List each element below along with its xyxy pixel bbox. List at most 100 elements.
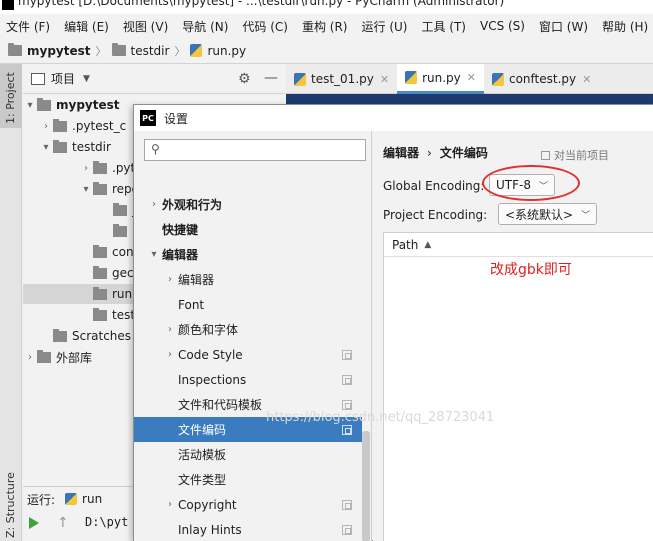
run-tab-bar: 运行: run <box>23 487 143 511</box>
menu-item[interactable]: 帮助 (H) <box>602 18 648 35</box>
menu-item[interactable]: 运行 (U) <box>362 18 408 35</box>
project-view-icon <box>31 72 45 85</box>
copy-icon <box>342 524 352 535</box>
tree-item-label: testdir <box>72 140 111 154</box>
copy-icon <box>342 374 352 385</box>
python-file-icon <box>65 493 78 505</box>
window-titlebar: mypytest [D:\Documents\mypytest] - ...\t… <box>0 0 653 14</box>
close-icon[interactable]: ✕ <box>467 71 476 84</box>
structure-tool-tab[interactable]: Z: Structure <box>0 472 22 541</box>
settings-content: 编辑器 › 文件编码 对当前项目 Global Encoding: UTF-8 ﹀ … <box>373 131 653 541</box>
breadcrumb: mypytest 〉 testdir 〉 run.py <box>0 38 653 64</box>
close-icon[interactable]: ✕ <box>380 73 389 86</box>
chevron-right-icon[interactable]: › <box>162 499 178 510</box>
settings-nav-item[interactable]: Inspections <box>134 367 362 392</box>
scrollbar[interactable] <box>362 431 370 541</box>
settings-search[interactable]: ⚲ <box>144 139 366 161</box>
chevron-right-icon[interactable]: › <box>162 324 178 335</box>
folder-icon <box>53 139 67 153</box>
annotation-highlight-oval <box>482 165 580 201</box>
folder-icon <box>93 286 107 300</box>
breadcrumb-item-project[interactable]: mypytest <box>8 43 91 58</box>
settings-nav-item[interactable]: › Code Style <box>134 342 362 367</box>
settings-nav-item[interactable]: Inlay Hints <box>134 517 362 541</box>
python-file-icon <box>190 44 203 57</box>
folder-icon <box>93 160 107 174</box>
folder-icon <box>53 118 67 132</box>
chevron-down-icon[interactable]: ▾ <box>39 142 53 153</box>
settings-nav-item[interactable]: › 编辑器 <box>134 267 362 292</box>
chevron-down-icon: ﹀ <box>581 210 591 221</box>
copy-icon <box>342 499 352 510</box>
dialog-title: 设置 <box>164 111 189 126</box>
chevron-right-icon[interactable]: › <box>162 274 178 285</box>
settings-nav-item[interactable]: Font <box>134 292 362 317</box>
run-tab[interactable]: run <box>82 492 102 506</box>
run-panel: 运行: run ↑ D:\pyt <box>23 486 143 541</box>
menu-item[interactable]: 导航 (N) <box>182 18 228 35</box>
project-encoding-label: Project Encoding: <box>383 208 488 222</box>
menu-item[interactable]: VCS (S) <box>480 19 525 33</box>
python-file-icon <box>491 72 504 86</box>
pycharm-app-icon <box>2 0 14 10</box>
chevron-right-icon[interactable]: › <box>162 349 178 360</box>
path-encoding-table: Path ▲ 改成gbk即可 <box>383 232 653 541</box>
folder-icon <box>53 328 67 342</box>
project-panel-title: 项目 <box>51 72 76 86</box>
settings-breadcrumb: 编辑器 › 文件编码 <box>383 146 488 160</box>
settings-nav-item[interactable]: 文件类型 <box>134 467 362 492</box>
folder-icon <box>93 181 107 195</box>
menu-item[interactable]: 文件 (F) <box>6 18 50 35</box>
editor-tab[interactable]: run.py ✕ <box>397 64 484 94</box>
close-icon[interactable]: ✕ <box>582 73 591 86</box>
gear-icon[interactable]: ⚙ <box>238 71 251 87</box>
copy-icon <box>342 424 352 435</box>
python-file-icon <box>405 71 418 84</box>
breadcrumb-item-testdir[interactable]: testdir <box>111 43 169 58</box>
project-encoding-select[interactable]: <系统默认> ﹀ <box>498 203 598 225</box>
settings-dialog: PC 设置 ⚲ › 外观和行为 快捷键 ▾ 编辑器 › 编辑器 Font › 颜色和字体 › Code… <box>133 104 653 541</box>
editor-tab[interactable]: conftest.py ✕ <box>484 64 599 94</box>
chevron-right-icon[interactable]: › <box>23 352 37 363</box>
chevron-down-icon[interactable]: ▾ <box>146 249 162 260</box>
run-output: D:\pyt <box>85 515 129 529</box>
chevron-down-icon[interactable]: ▾ <box>79 184 93 195</box>
path-column-header[interactable]: Path ▲ <box>384 233 653 257</box>
project-tool-tab[interactable]: 1: Project <box>0 64 22 128</box>
chevron-right-icon[interactable]: › <box>79 163 93 174</box>
menu-item[interactable]: 代码 (C) <box>242 18 288 35</box>
menu-item[interactable]: 窗口 (W) <box>539 18 588 35</box>
chevron-down-icon[interactable]: ▼ <box>83 74 90 84</box>
arrow-up-icon[interactable]: ↑ <box>57 515 69 531</box>
chevron-right-icon[interactable]: › <box>146 199 162 210</box>
breadcrumb-item-file[interactable]: run.py <box>190 44 246 58</box>
folder-icon <box>113 202 127 216</box>
pycharm-logo-icon: PC <box>140 110 156 126</box>
search-input[interactable] <box>171 142 361 158</box>
menu-item[interactable]: 视图 (V) <box>123 18 168 35</box>
menu-item[interactable]: 重构 (R) <box>302 18 348 35</box>
left-tool-strip: 1: Project Z: Structure <box>0 64 22 541</box>
play-icon[interactable] <box>29 517 39 529</box>
folder-icon <box>113 223 127 237</box>
copy-icon <box>342 349 352 360</box>
python-file-icon <box>294 72 306 86</box>
menu-item[interactable]: 工具 (T) <box>421 18 466 35</box>
chevron-right-icon: › <box>427 146 432 160</box>
watermark: https://blog.csdn.net/qq_28723041 <box>266 410 495 425</box>
folder-icon <box>8 43 22 56</box>
menu-item[interactable]: 编辑 (E) <box>64 18 109 35</box>
editor-area <box>286 94 653 104</box>
chevron-right-icon[interactable]: › <box>39 121 53 132</box>
settings-nav-item[interactable]: 快捷键 <box>134 217 362 242</box>
settings-nav-item[interactable]: 活动模板 <box>134 442 362 467</box>
settings-nav-item[interactable]: › 外观和行为 <box>134 192 362 217</box>
copy-icon <box>541 150 550 160</box>
settings-nav-item[interactable]: ▾ 编辑器 <box>134 242 362 267</box>
chevron-down-icon[interactable]: ▾ <box>23 100 37 111</box>
sort-ascending-icon: ▲ <box>424 239 432 250</box>
editor-tab[interactable]: test_01.py ✕ <box>286 64 397 94</box>
settings-nav-item[interactable]: › Copyright <box>134 492 362 517</box>
settings-nav-item[interactable]: › 颜色和字体 <box>134 317 362 342</box>
minimize-icon[interactable]: — <box>264 70 278 86</box>
